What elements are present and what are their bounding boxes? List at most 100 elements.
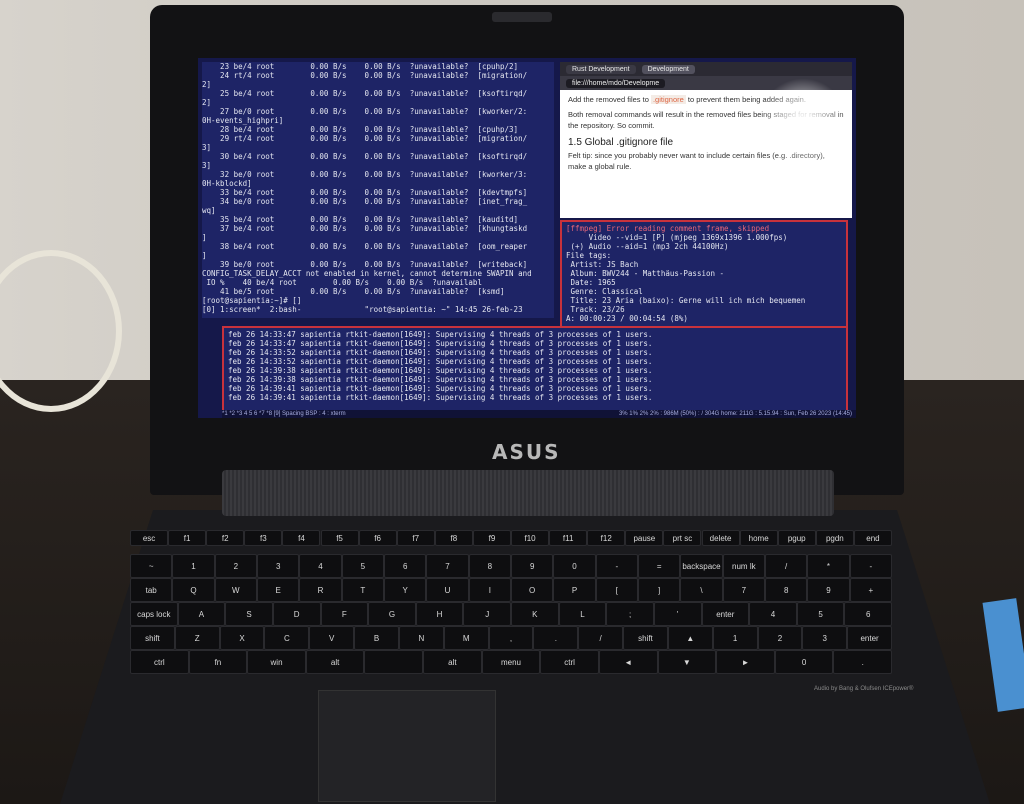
- key-pause[interactable]: pause: [625, 530, 664, 546]
- key-y[interactable]: Y: [384, 578, 427, 602]
- key-backspace[interactable]: backspace: [680, 554, 723, 578]
- key--[interactable]: ,: [488, 626, 534, 650]
- key-a[interactable]: A: [177, 602, 226, 626]
- key-f11[interactable]: f11: [549, 530, 588, 546]
- key-menu[interactable]: menu: [481, 650, 541, 674]
- url-text[interactable]: file:///home/mdo/Developme: [566, 78, 666, 88]
- key--[interactable]: *: [807, 554, 850, 578]
- key-caps-lock[interactable]: caps lock: [130, 602, 178, 626]
- key-8[interactable]: 8: [468, 554, 511, 578]
- key-end[interactable]: end: [853, 530, 892, 546]
- key--[interactable]: -: [595, 554, 638, 578]
- key-d[interactable]: D: [272, 602, 321, 626]
- key--[interactable]: ▲: [667, 626, 713, 650]
- key-e[interactable]: E: [257, 578, 300, 602]
- key-ctrl[interactable]: ctrl: [130, 650, 189, 674]
- key-f12[interactable]: f12: [587, 530, 626, 546]
- key-p[interactable]: P: [553, 578, 596, 602]
- key--[interactable]: -: [849, 554, 892, 578]
- key-pgdn[interactable]: pgdn: [815, 530, 854, 546]
- key-4[interactable]: 4: [299, 554, 342, 578]
- key-2[interactable]: 2: [214, 554, 257, 578]
- key-9[interactable]: 9: [807, 578, 850, 602]
- key-f3[interactable]: f3: [244, 530, 283, 546]
- key-ctrl[interactable]: ctrl: [540, 650, 599, 674]
- key-alt[interactable]: alt: [423, 650, 482, 674]
- key--[interactable]: [: [595, 578, 638, 602]
- key-h[interactable]: H: [415, 602, 464, 626]
- key-num-lk[interactable]: num lk: [722, 554, 765, 578]
- key-f6[interactable]: f6: [358, 530, 397, 546]
- key-3[interactable]: 3: [802, 626, 848, 650]
- key-fn[interactable]: fn: [188, 650, 248, 674]
- key-prt-sc[interactable]: prt sc: [663, 530, 702, 546]
- key-9[interactable]: 9: [511, 554, 554, 578]
- key--[interactable]: =: [638, 554, 681, 578]
- key-f2[interactable]: f2: [206, 530, 245, 546]
- key-delete[interactable]: delete: [701, 530, 740, 546]
- key-esc[interactable]: esc: [130, 530, 169, 546]
- key--[interactable]: ►: [716, 650, 775, 674]
- key-i[interactable]: I: [468, 578, 511, 602]
- key-f7[interactable]: f7: [396, 530, 435, 546]
- key--[interactable]: ;: [606, 602, 654, 626]
- key-m[interactable]: M: [443, 626, 489, 650]
- key--[interactable]: ': [653, 602, 702, 626]
- key-o[interactable]: O: [511, 578, 554, 602]
- key-l[interactable]: L: [558, 602, 607, 626]
- key-2[interactable]: 2: [757, 626, 803, 650]
- key-shift[interactable]: shift: [130, 626, 175, 650]
- key--[interactable]: ▼: [657, 650, 717, 674]
- key--[interactable]: /: [765, 554, 808, 578]
- key-j[interactable]: J: [463, 602, 511, 626]
- key-x[interactable]: X: [219, 626, 265, 650]
- tab-rust-development[interactable]: Rust Development: [566, 64, 636, 74]
- key-tab[interactable]: tab: [130, 578, 173, 602]
- key-f5[interactable]: f5: [320, 530, 359, 546]
- key-v[interactable]: V: [309, 626, 355, 650]
- key-5[interactable]: 5: [796, 602, 845, 626]
- key-q[interactable]: Q: [172, 578, 215, 602]
- key-s[interactable]: S: [225, 602, 273, 626]
- key-6[interactable]: 6: [384, 554, 427, 578]
- key-7[interactable]: 7: [722, 578, 765, 602]
- workspace-indicator[interactable]: *1 *2 *3 4 5 6 *7 *8 [9] Spacing BSP : 4…: [222, 411, 346, 417]
- iotop-terminal[interactable]: 23 be/4 root 0.00 B/s 0.00 B/s ?unavaila…: [202, 62, 554, 318]
- key-f[interactable]: F: [320, 602, 369, 626]
- key-0[interactable]: 0: [553, 554, 596, 578]
- key-win[interactable]: win: [247, 650, 306, 674]
- key-f9[interactable]: f9: [472, 530, 511, 546]
- key-6[interactable]: 6: [844, 602, 892, 626]
- key--[interactable]: ~: [130, 554, 173, 578]
- key--[interactable]: ◄: [598, 650, 658, 674]
- key--[interactable]: /: [578, 626, 624, 650]
- key-home[interactable]: home: [739, 530, 778, 546]
- key-3[interactable]: 3: [257, 554, 300, 578]
- key-1[interactable]: 1: [712, 626, 758, 650]
- key-t[interactable]: T: [341, 578, 384, 602]
- key-5[interactable]: 5: [341, 554, 384, 578]
- mpv-terminal[interactable]: [ffmpeg] Error reading comment frame, sk…: [560, 220, 848, 328]
- key-4[interactable]: 4: [749, 602, 797, 626]
- key-enter[interactable]: enter: [847, 626, 892, 650]
- key-r[interactable]: R: [299, 578, 342, 602]
- key-z[interactable]: Z: [174, 626, 220, 650]
- key--[interactable]: +: [849, 578, 892, 602]
- tab-development[interactable]: Development: [641, 64, 695, 74]
- key--[interactable]: ]: [638, 578, 681, 602]
- key--[interactable]: .: [533, 626, 579, 650]
- key-f10[interactable]: f10: [511, 530, 550, 546]
- key-k[interactable]: K: [511, 602, 559, 626]
- key-g[interactable]: G: [368, 602, 416, 626]
- key-shift[interactable]: shift: [623, 626, 668, 650]
- key-b[interactable]: B: [354, 626, 399, 650]
- key-f1[interactable]: f1: [168, 530, 207, 546]
- key-u[interactable]: U: [426, 578, 469, 602]
- key--[interactable]: \: [680, 578, 723, 602]
- key-0[interactable]: 0: [774, 650, 834, 674]
- key-c[interactable]: C: [264, 626, 310, 650]
- key-alt[interactable]: alt: [305, 650, 365, 674]
- journal-terminal[interactable]: feb 26 14:33:47 sapientia rtkit-daemon[1…: [222, 326, 848, 414]
- key-7[interactable]: 7: [426, 554, 469, 578]
- key-8[interactable]: 8: [765, 578, 808, 602]
